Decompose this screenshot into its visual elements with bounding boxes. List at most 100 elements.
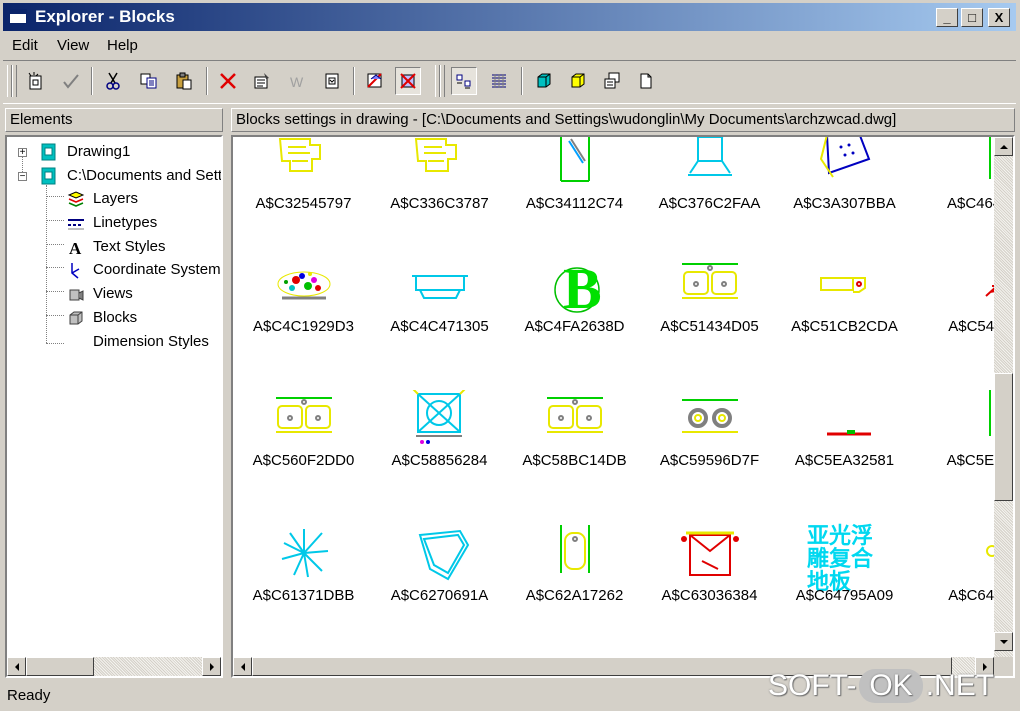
stove-icon — [682, 399, 738, 433]
block-name: A$C32545797 — [255, 195, 352, 212]
wblock-icon[interactable]: W — [284, 67, 310, 95]
sink-double-icon — [682, 263, 738, 299]
blocks-grid-pane[interactable]: A$C32545797 A$C336C3787 A$C34112C74 A$C376C… — [231, 135, 1015, 678]
right-vscrollbar[interactable] — [994, 137, 1013, 657]
block-tile[interactable]: A$C336C3787 — [372, 138, 507, 273]
window-title: Explorer - Blocks — [35, 7, 175, 26]
purge-icon[interactable] — [362, 67, 388, 95]
tree-item-label: Linetypes — [93, 214, 158, 231]
close-button[interactable]: X — [988, 8, 1010, 27]
door-green-icon — [560, 137, 590, 182]
elements-tree[interactable]: + Drawing1 − C:\Documents and Settings\w… — [5, 135, 223, 678]
scroll-down-button[interactable] — [994, 632, 1013, 651]
block-tile[interactable]: A$C32545797 — [236, 138, 371, 273]
block-tile[interactable]: 亚光浮 雕复合 地板 A$C64795A09 — [777, 525, 912, 659]
block-name: A$C34112C74 — [525, 195, 624, 212]
block-name: A$C58856284 — [391, 452, 488, 469]
set-current-icon[interactable] — [58, 67, 84, 95]
properties-icon[interactable] — [249, 67, 275, 95]
plant-color-icon — [277, 271, 331, 300]
watermark-right: .NET — [925, 669, 995, 702]
scroll-left-button[interactable] — [7, 657, 26, 676]
toolbar-grip[interactable] — [12, 65, 17, 97]
block-tile[interactable]: B A$C4FA2638D — [507, 256, 642, 390]
block-name: A$C51CB2CDA — [791, 318, 898, 335]
table-cyan-icon — [688, 137, 732, 176]
letter-b-icon: B — [554, 256, 602, 314]
block-tile[interactable]: A$C4C471305 — [372, 256, 507, 390]
left-hscrollbar[interactable] — [7, 657, 221, 676]
bath-yellow-icon — [560, 525, 590, 573]
large-icons-icon[interactable] — [451, 67, 477, 95]
menu-view[interactable]: View — [57, 37, 89, 54]
scroll-thumb[interactable] — [994, 373, 1013, 501]
sink-double-icon — [276, 397, 332, 433]
tree-item-label: Coordinate Systems — [93, 261, 223, 278]
block-name: A$C336C3787 — [390, 195, 489, 212]
box-cross-icon — [412, 390, 466, 444]
group-2-icon[interactable] — [564, 67, 590, 95]
block-tile[interactable]: A$C59596D7F — [642, 390, 777, 524]
delete-icon[interactable] — [215, 67, 241, 95]
blocks-header: Blocks settings in drawing - [C:\Documen… — [231, 108, 1015, 132]
scroll-thumb[interactable] — [26, 657, 94, 676]
block-name: A$C61371DBB — [252, 587, 355, 604]
drawing-icon — [41, 167, 56, 185]
block-name: A$C51434D05 — [660, 318, 759, 335]
block-tile[interactable]: A$C58BC14DB — [507, 390, 642, 524]
block-tile[interactable]: A$C51CB2CDA — [777, 256, 912, 390]
block-tile[interactable]: A$C6270691A — [372, 525, 507, 659]
block-tile[interactable]: A$C34112C74 — [507, 137, 642, 273]
pillow-blue-icon — [819, 137, 871, 178]
collapse-toggle[interactable]: − — [18, 172, 27, 182]
block-tile[interactable]: A$C376C2FAA — [642, 137, 777, 273]
cut-icon[interactable] — [100, 67, 126, 95]
group-3-icon[interactable] — [599, 67, 625, 95]
new-block-icon[interactable] — [23, 67, 49, 95]
stair-yellow-icon — [278, 138, 321, 172]
paste-icon[interactable] — [171, 67, 197, 95]
blob-cyan-icon — [418, 529, 470, 581]
layers-icon — [67, 191, 85, 207]
blocks-icon — [69, 311, 83, 325]
scroll-up-button[interactable] — [994, 137, 1013, 156]
title-bar[interactable]: Explorer - Blocks _ □ X — [3, 3, 1016, 31]
block-tile[interactable]: A$C61371DBB — [236, 525, 371, 659]
minimize-button[interactable]: _ — [936, 8, 958, 27]
explorer-window: Explorer - Blocks _ □ X Edit View Help W… — [0, 0, 1020, 711]
tree-item-label: Text Styles — [93, 238, 166, 255]
toolbar-grip[interactable] — [440, 65, 445, 97]
svg-text:W: W — [290, 74, 304, 90]
block-tile[interactable]: A$C63036384 — [642, 525, 777, 659]
list-icon[interactable] — [486, 67, 512, 95]
scroll-left-button[interactable] — [233, 657, 252, 676]
group-1-icon[interactable] — [530, 67, 556, 95]
block-name: A$C64795A09 — [795, 587, 894, 604]
text-styles-icon: A — [69, 239, 82, 256]
expand-toggle[interactable]: + — [18, 148, 27, 158]
ucs-icon — [71, 263, 80, 279]
block-tile[interactable]: A$C62A17262 — [507, 525, 642, 659]
menu-edit[interactable]: Edit — [12, 37, 38, 54]
block-name: A$C3A307BBA — [793, 195, 896, 212]
svg-text:A: A — [69, 239, 82, 256]
block-tile[interactable]: A$C4C1929D3 — [236, 256, 371, 390]
maximize-button[interactable]: □ — [961, 8, 983, 27]
chinese-text-line: 亚光浮 — [807, 524, 874, 549]
page-icon[interactable] — [633, 67, 659, 95]
tree-item-label: Blocks — [93, 309, 138, 326]
copy-icon[interactable] — [136, 67, 162, 95]
stair-yellow-icon — [414, 138, 457, 172]
insert-icon[interactable] — [319, 67, 345, 95]
block-name: A$C62A17262 — [525, 587, 624, 604]
block-tile[interactable]: A$C51434D05 — [642, 256, 777, 390]
views-icon — [69, 289, 84, 301]
menu-help[interactable]: Help — [107, 37, 138, 54]
scroll-right-button[interactable] — [202, 657, 221, 676]
block-tile[interactable]: A$C3A307BBA — [777, 137, 912, 273]
tub-cyan-icon — [412, 275, 468, 299]
block-tile[interactable]: A$C58856284 — [372, 390, 507, 524]
block-tile[interactable]: A$C5EA32581 — [777, 390, 912, 524]
block-tile[interactable]: A$C560F2DD0 — [236, 390, 371, 524]
purge-active-icon[interactable] — [395, 67, 421, 95]
